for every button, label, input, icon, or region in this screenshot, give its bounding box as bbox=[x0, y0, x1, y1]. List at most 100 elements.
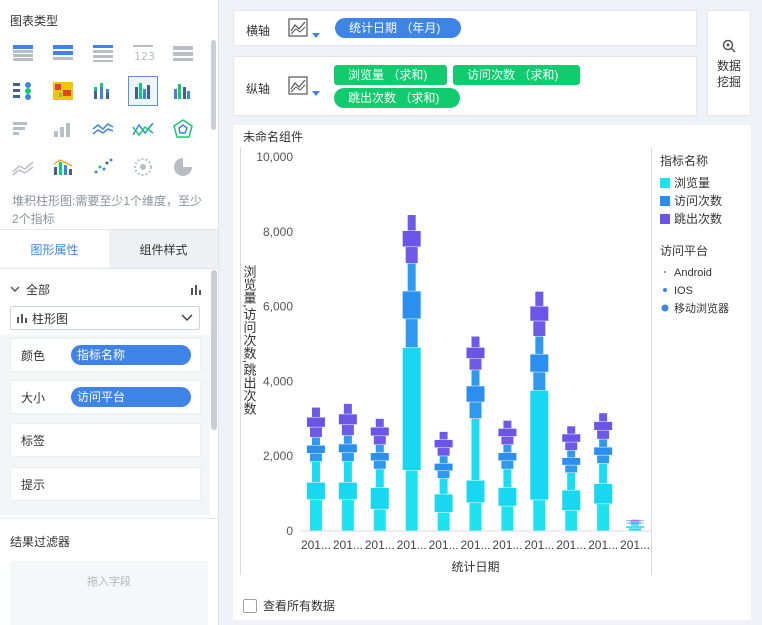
pie-icon[interactable] bbox=[168, 152, 198, 182]
bar-segment bbox=[503, 444, 512, 453]
tab-graph-properties[interactable]: 图形属性 bbox=[0, 230, 109, 268]
bar-segment bbox=[599, 463, 608, 484]
legend-size-label: IOS bbox=[674, 285, 693, 297]
chart-type-select[interactable]: 柱形图 bbox=[10, 306, 200, 330]
column-icon[interactable] bbox=[168, 76, 198, 106]
data-mining-button[interactable]: 数据 挖掘 bbox=[707, 10, 751, 116]
x-tick-label: 201... bbox=[620, 538, 650, 552]
show-all-data-row[interactable]: 查看所有数据 bbox=[243, 597, 335, 614]
bubble-icon[interactable] bbox=[128, 152, 158, 182]
bar-segment bbox=[311, 437, 320, 446]
bar-segment bbox=[501, 461, 514, 469]
chart-type-title: 图表类型 bbox=[10, 14, 59, 28]
bar-segment bbox=[498, 453, 517, 461]
area-icon[interactable] bbox=[8, 152, 38, 182]
all-series-row[interactable]: 全部 bbox=[10, 280, 202, 298]
bar-segment bbox=[498, 428, 517, 437]
x-axis-type-icon[interactable] bbox=[288, 17, 322, 43]
cross-table-icon[interactable] bbox=[8, 38, 38, 68]
y-field-pill-pageviews[interactable]: 浏览量 （求和) bbox=[334, 65, 447, 85]
legend-series-label: 访问次数 bbox=[674, 193, 722, 208]
x-tick-label: 201... bbox=[460, 538, 490, 552]
bar-segment bbox=[311, 407, 320, 417]
stacked-bar-icon[interactable] bbox=[48, 114, 78, 144]
color-field-pill[interactable]: 指标名称 bbox=[71, 345, 191, 365]
chart-type-hint: 堆积柱形图:需要至少1个维度，至少2个指标 bbox=[12, 194, 203, 226]
bar-segment bbox=[434, 494, 453, 513]
bar-segment bbox=[370, 427, 389, 436]
detail-table-icon[interactable] bbox=[88, 38, 118, 68]
legend-swatch bbox=[660, 178, 670, 188]
bar-segment bbox=[626, 526, 645, 528]
y-tick-label: 4,000 bbox=[263, 374, 293, 388]
bar-chart-icon bbox=[191, 284, 201, 295]
bar-segment bbox=[498, 487, 517, 506]
bar-segment bbox=[594, 421, 613, 430]
bar-segment bbox=[626, 522, 645, 524]
filter-drop-zone[interactable]: 拖入字段 bbox=[10, 561, 208, 625]
legend-size-dot bbox=[663, 288, 667, 292]
x-field-pill[interactable]: 统计日期 （年月) bbox=[335, 18, 461, 38]
label-property-row[interactable]: 标签 bbox=[10, 423, 201, 457]
bar-segment bbox=[567, 450, 576, 458]
stacked-column-chart: 0 2,000 4,000 6,000 8,000 10,000 浏览量,访问次数,跳出次数… bbox=[242, 150, 730, 574]
size-property-row[interactable]: 大小 访问平台 bbox=[10, 380, 201, 414]
gantt-icon[interactable] bbox=[8, 76, 38, 106]
property-tabs: 图形属性 组件样式 bbox=[0, 229, 218, 269]
stacked-column-icon[interactable] bbox=[88, 76, 118, 106]
bar-segment bbox=[402, 347, 421, 471]
y-tick-label: 10,000 bbox=[256, 150, 293, 164]
tooltip-property-label: 提示 bbox=[21, 477, 46, 492]
bar-segment bbox=[373, 509, 386, 531]
chevron-down-icon[interactable] bbox=[10, 285, 20, 293]
bar-segment bbox=[306, 445, 325, 454]
group-table-icon[interactable] bbox=[48, 38, 78, 68]
bar-segment bbox=[501, 506, 514, 531]
properties-scrollbar[interactable] bbox=[211, 270, 217, 430]
bar-segment bbox=[629, 523, 642, 525]
bar-icon[interactable] bbox=[8, 114, 38, 144]
drop-placeholder: 拖入字段 bbox=[87, 576, 131, 588]
y-field-pill-bounces[interactable]: 跳出次数 （求和) bbox=[334, 88, 460, 108]
bar-segment bbox=[530, 390, 549, 500]
show-all-checkbox[interactable] bbox=[243, 598, 257, 613]
column-line-icon[interactable] bbox=[48, 152, 78, 182]
bar-segment bbox=[599, 439, 608, 447]
bar-segment bbox=[466, 386, 485, 402]
color-property-row[interactable]: 颜色 指标名称 bbox=[10, 338, 201, 372]
y-field-pill-visits[interactable]: 访问次数 （求和) bbox=[453, 65, 580, 85]
bar-segment bbox=[597, 430, 610, 439]
radar-icon[interactable] bbox=[168, 114, 198, 144]
x-tick-label: 201... bbox=[365, 538, 395, 552]
size-field-pill[interactable]: 访问平台 bbox=[71, 387, 191, 407]
bar-segment bbox=[375, 418, 384, 427]
x-tick-label: 201... bbox=[397, 538, 427, 552]
label-property-label: 标签 bbox=[21, 433, 46, 448]
bar-segment bbox=[402, 231, 421, 247]
bar-segment bbox=[562, 457, 581, 465]
list-table-icon[interactable] bbox=[168, 38, 198, 68]
result-filter-title: 结果过滤器 bbox=[10, 535, 71, 549]
line-icon[interactable] bbox=[88, 114, 118, 144]
bar-segment bbox=[599, 413, 608, 422]
tab-component-style[interactable]: 组件样式 bbox=[109, 230, 218, 268]
bar-segment bbox=[373, 436, 386, 445]
bar-segment bbox=[597, 504, 610, 531]
bar-segment bbox=[469, 502, 482, 531]
kpi-number-icon[interactable]: 123 bbox=[128, 38, 158, 68]
bar-segment bbox=[466, 347, 485, 359]
bar-segment bbox=[594, 483, 613, 504]
bar-segment bbox=[343, 461, 352, 483]
chart-type-scrollbar[interactable] bbox=[211, 40, 216, 130]
chevron-down-icon bbox=[181, 314, 193, 322]
y-axis-type-icon[interactable] bbox=[288, 75, 322, 101]
multi-series-column-icon[interactable] bbox=[128, 76, 158, 106]
bar-segment bbox=[405, 319, 418, 348]
heatmap-icon[interactable] bbox=[48, 76, 78, 106]
scatter-icon[interactable] bbox=[88, 152, 118, 182]
bar-segment bbox=[311, 461, 320, 483]
radar-line-icon[interactable] bbox=[128, 114, 158, 144]
bar-segment bbox=[597, 455, 610, 464]
bar-segment bbox=[407, 214, 416, 231]
tooltip-property-row[interactable]: 提示 bbox=[10, 467, 201, 501]
